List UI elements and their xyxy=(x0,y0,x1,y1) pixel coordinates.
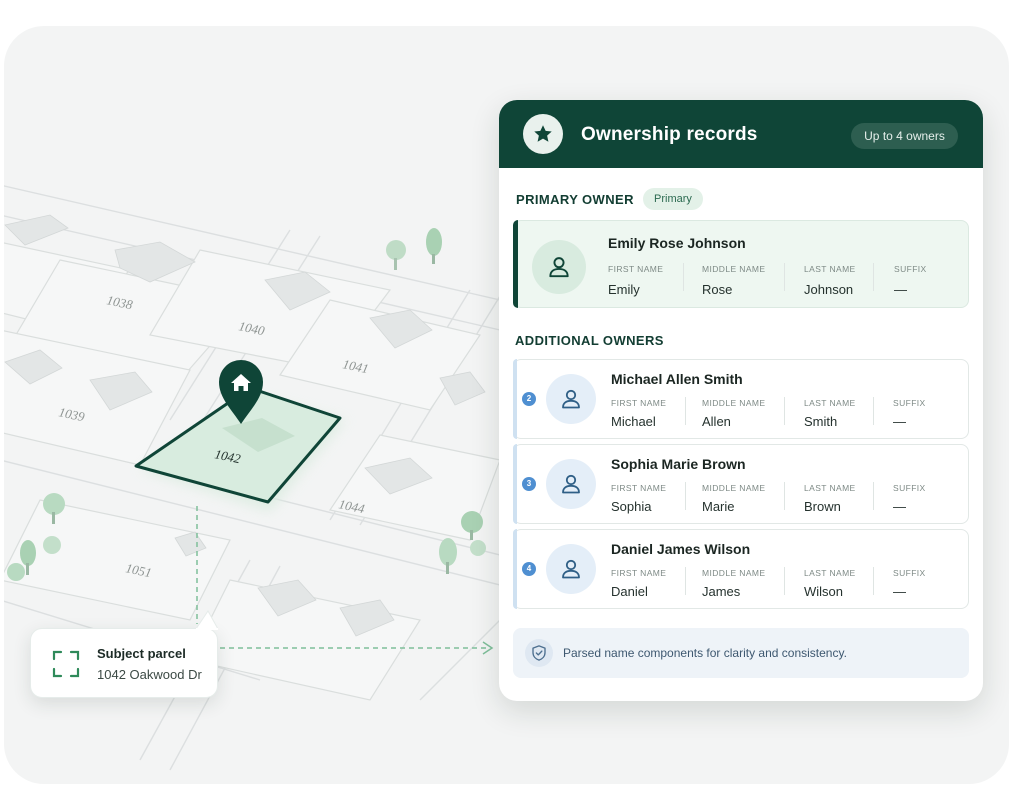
last-name-field: LAST NAME Brown xyxy=(804,483,856,514)
first-name-field: FIRST NAME Michael xyxy=(611,398,667,429)
avatar xyxy=(546,374,596,424)
panel-header: Ownership records Up to 4 owners xyxy=(499,100,983,168)
panel-title: Ownership records xyxy=(581,124,758,145)
owner-full-name: Emily Rose Johnson xyxy=(608,235,746,251)
card-accent-bar xyxy=(513,220,518,308)
additional-owner-card[interactable]: 3 Sophia Marie Brown FIRST NAME Sophia MI… xyxy=(513,444,969,524)
first-name-field: FIRST NAME Emily xyxy=(608,264,664,297)
avatar xyxy=(546,544,596,594)
middle-name-field: MIDDLE NAME Allen xyxy=(702,398,766,429)
suffix-field: SUFFIX — xyxy=(893,483,926,514)
ownership-panel: Ownership records Up to 4 owners PRIMARY… xyxy=(499,100,983,701)
star-badge xyxy=(523,114,563,154)
owner-full-name: Sophia Marie Brown xyxy=(611,456,746,472)
user-icon xyxy=(562,559,580,579)
additional-owner-card[interactable]: 2 Michael Allen Smith FIRST NAME Michael … xyxy=(513,359,969,439)
suffix-field: SUFFIX — xyxy=(893,398,926,429)
callout-title: Subject parcel xyxy=(97,646,186,661)
primary-owner-card[interactable]: Emily Rose Johnson FIRST NAME Emily MIDDL… xyxy=(513,220,969,308)
primary-tag: Primary xyxy=(643,188,703,210)
owner-full-name: Michael Allen Smith xyxy=(611,371,743,387)
last-name-field: LAST NAME Smith xyxy=(804,398,856,429)
owner-number-badge: 3 xyxy=(522,477,536,491)
owner-limit-badge: Up to 4 owners xyxy=(851,123,958,149)
avatar xyxy=(546,459,596,509)
star-icon xyxy=(534,125,552,142)
owner-number-badge: 4 xyxy=(522,562,536,576)
shield-badge xyxy=(525,639,553,667)
callout-address: 1042 Oakwood Dr xyxy=(97,667,202,682)
parsing-note: Parsed name components for clarity and c… xyxy=(513,628,969,678)
callout-pointer xyxy=(196,610,218,630)
additional-owners-heading: ADDITIONAL OWNERS xyxy=(515,333,664,348)
last-name-field: LAST NAME Johnson xyxy=(804,264,856,297)
user-icon xyxy=(562,474,580,494)
last-name-field: LAST NAME Wilson xyxy=(804,568,856,599)
owner-full-name: Daniel James Wilson xyxy=(611,541,751,557)
owner-number-badge: 2 xyxy=(522,392,536,406)
avatar xyxy=(532,240,586,294)
first-name-field: FIRST NAME Sophia xyxy=(611,483,667,514)
middle-name-field: MIDDLE NAME James xyxy=(702,568,766,599)
user-icon xyxy=(562,389,580,409)
suffix-field: SUFFIX — xyxy=(894,264,927,297)
primary-owner-heading: PRIMARY OWNER xyxy=(516,192,634,207)
additional-owner-card[interactable]: 4 Daniel James Wilson FIRST NAME Daniel M… xyxy=(513,529,969,609)
suffix-field: SUFFIX — xyxy=(893,568,926,599)
middle-name-field: MIDDLE NAME Marie xyxy=(702,483,766,514)
subject-parcel-callout: Subject parcel 1042 Oakwood Dr xyxy=(30,628,218,698)
first-name-field: FIRST NAME Daniel xyxy=(611,568,667,599)
user-icon xyxy=(549,257,569,278)
middle-name-field: MIDDLE NAME Rose xyxy=(702,264,766,297)
focus-bracket-icon xyxy=(52,650,80,678)
shield-check-icon xyxy=(532,645,546,661)
note-text: Parsed name components for clarity and c… xyxy=(563,646,847,660)
